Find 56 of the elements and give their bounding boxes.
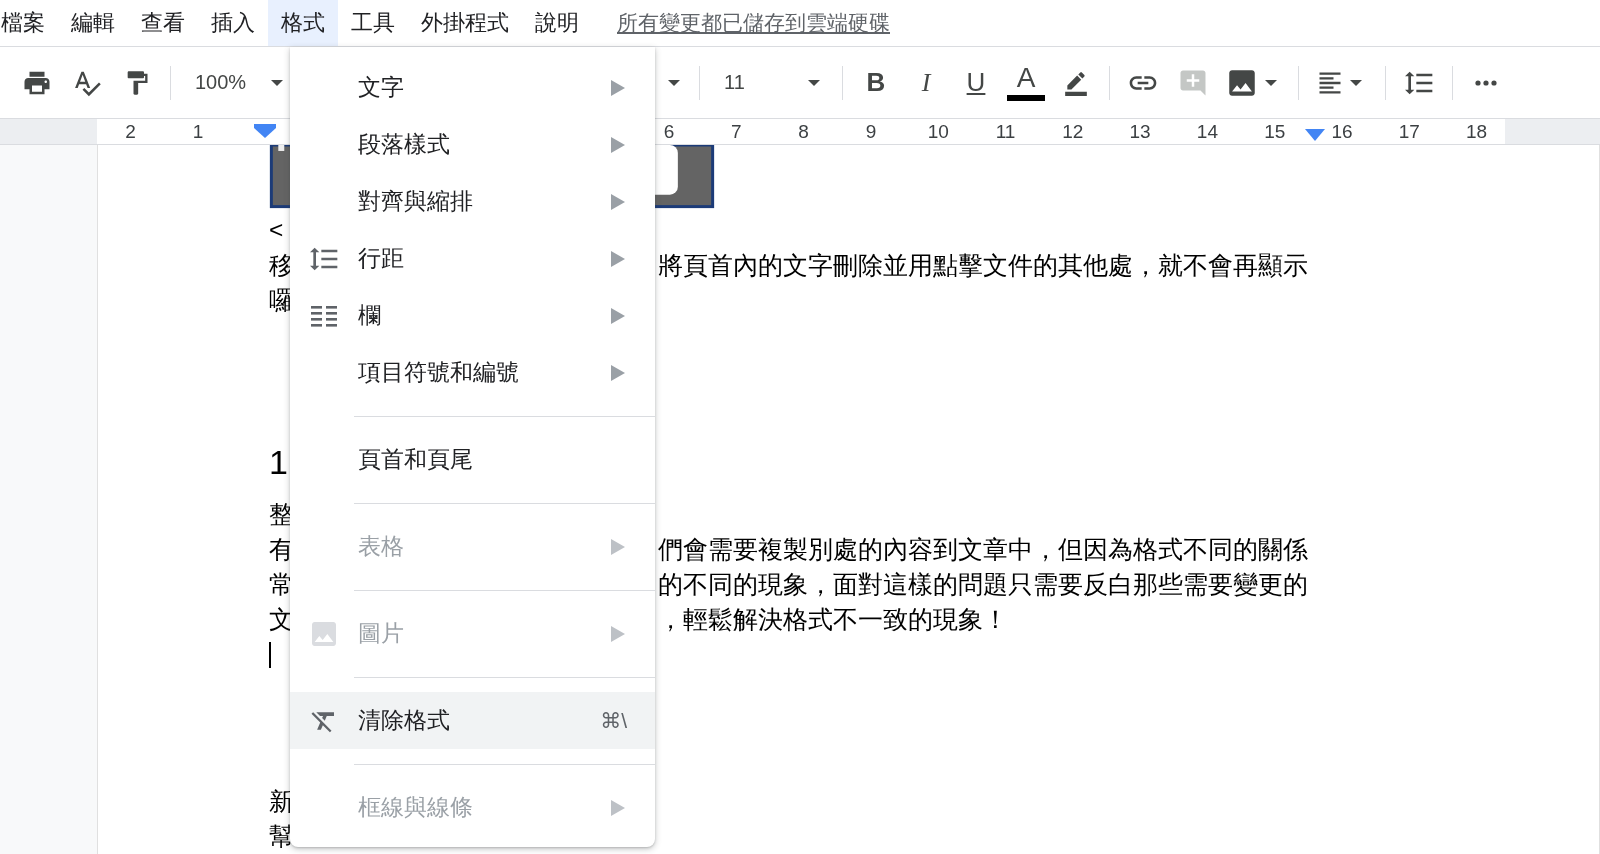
- caret-icon: [668, 79, 680, 86]
- menu-item[interactable]: 插入: [198, 0, 268, 46]
- menu-option[interactable]: 行距: [290, 230, 655, 287]
- ruler-number: 8: [798, 120, 809, 144]
- caret-icon: [1350, 79, 1362, 86]
- save-status-link[interactable]: 所有變更都已儲存到雲端硬碟: [617, 9, 890, 37]
- text-color-button[interactable]: A: [1005, 62, 1047, 103]
- document-text: 們會需要複製別處的內容到文章中，但因為格式不同的關係: [658, 534, 1308, 565]
- document-text: 的不同的現象，面對這樣的問題只需要反白那些需要變更的: [658, 570, 1308, 601]
- document-text: 將頁首內的文字刪除並用點擊文件的其他處，就不會再顯示: [658, 251, 1308, 282]
- ruler-number: 6: [663, 120, 675, 144]
- ruler-number: 10: [927, 120, 949, 144]
- ruler-number: 11: [995, 120, 1016, 144]
- pen-icon: [1063, 69, 1089, 96]
- right-indent-marker[interactable]: [1305, 129, 1325, 141]
- text-cursor: [269, 641, 271, 669]
- document-text: <: [269, 216, 284, 244]
- menu-option[interactable]: 頁首和頁尾: [290, 431, 655, 488]
- document-text: ，輕鬆解決格式不一致的現象！: [658, 605, 1008, 636]
- columns-icon: [311, 303, 337, 328]
- menu-item[interactable]: 查看: [128, 0, 198, 46]
- ruler-number: 1: [192, 120, 204, 144]
- ruler-number: 18: [1466, 120, 1488, 144]
- menu-option[interactable]: 對齊與縮排: [290, 173, 655, 230]
- menu-item[interactable]: 檔案: [0, 0, 58, 46]
- menu-item[interactable]: 工具: [338, 0, 408, 46]
- italic-button[interactable]: I: [905, 62, 947, 103]
- ruler-number: 9: [865, 120, 877, 144]
- ruler-number: 2: [125, 120, 136, 144]
- more-icon: [1475, 79, 1497, 86]
- shortcut-label: ⌘\: [600, 708, 627, 733]
- menu-item[interactable]: 說明: [522, 0, 592, 46]
- caret-icon: [271, 79, 283, 86]
- ruler-number: 14: [1196, 120, 1218, 144]
- document-heading: 1: [269, 443, 288, 482]
- ruler-number: 12: [1062, 120, 1084, 144]
- menu-option[interactable]: 段落樣式: [290, 116, 655, 173]
- caret-icon: [808, 79, 820, 86]
- menu-option[interactable]: 清除格式 ⌘\: [290, 692, 655, 749]
- ruler-number: 17: [1398, 120, 1420, 144]
- menu-option[interactable]: 欄: [290, 287, 655, 344]
- ruler-number: 7: [731, 120, 742, 144]
- menu-item[interactable]: 編輯: [58, 0, 128, 46]
- bold-button[interactable]: B: [855, 62, 897, 103]
- menu-item[interactable]: 格式: [268, 0, 338, 46]
- menu-item[interactable]: 外掛程式: [408, 0, 522, 46]
- ruler-number: 13: [1129, 120, 1151, 144]
- ruler-number: 16: [1331, 120, 1353, 144]
- menu-option[interactable]: 文字: [290, 59, 655, 116]
- caret-icon: [1265, 79, 1277, 86]
- zoom-dropdown[interactable]: 100%: [183, 62, 293, 103]
- font-size-dropdown[interactable]: 11: [712, 62, 830, 103]
- left-indent-marker[interactable]: [254, 124, 276, 138]
- underline-button[interactable]: U: [955, 62, 997, 103]
- ruler-number: 15: [1264, 120, 1286, 144]
- menu-option[interactable]: 項目符號和編號: [290, 344, 655, 401]
